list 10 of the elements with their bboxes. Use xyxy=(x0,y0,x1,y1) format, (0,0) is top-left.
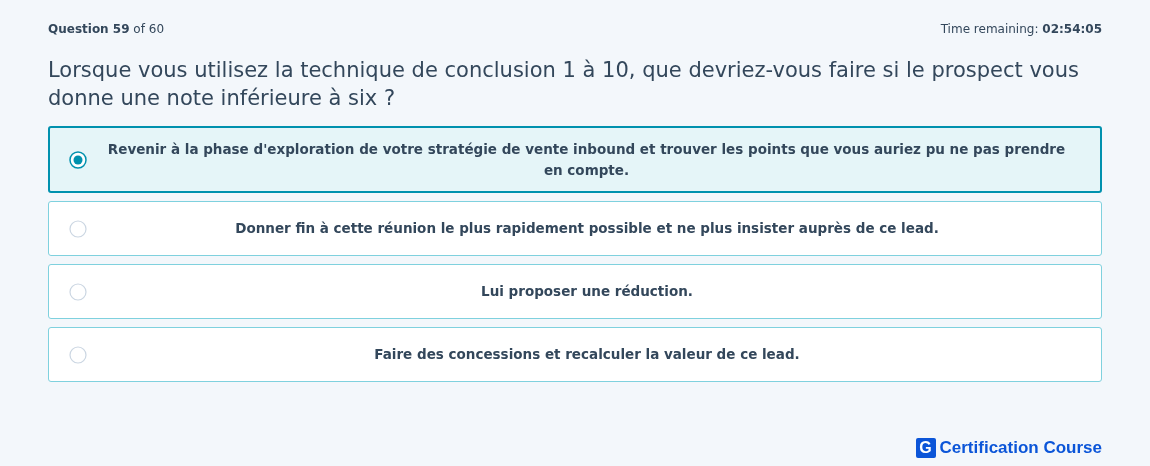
question-text: Lorsque vous utilisez la technique de conclusion 1 à 10, que devriez-vous faire si le prospect vous donne une note inférieure à six ? xyxy=(48,57,1080,112)
answer-option[interactable]: Faire des concessions et recalculer la valeur de ce lead. xyxy=(48,327,1102,382)
brand-name: Certification Course xyxy=(939,438,1102,458)
radio-button[interactable] xyxy=(69,150,87,169)
answer-option[interactable]: Donner fin à cette réunion le plus rapidement possible et ne plus insister auprès de ce lead. xyxy=(48,201,1102,256)
logo-mark: G xyxy=(915,438,936,458)
question-counter: Question 59 of 60 xyxy=(48,22,164,36)
answer-option[interactable]: Revenir à la phase d'exploration de votre stratégie de vente inbound et trouver les points que vous auriez pu ne pas prendre en compte. xyxy=(48,126,1102,193)
answer-option[interactable]: Lui proposer une réduction. xyxy=(48,264,1102,319)
time-remaining: Time remaining: 02:54:05 xyxy=(940,22,1102,36)
